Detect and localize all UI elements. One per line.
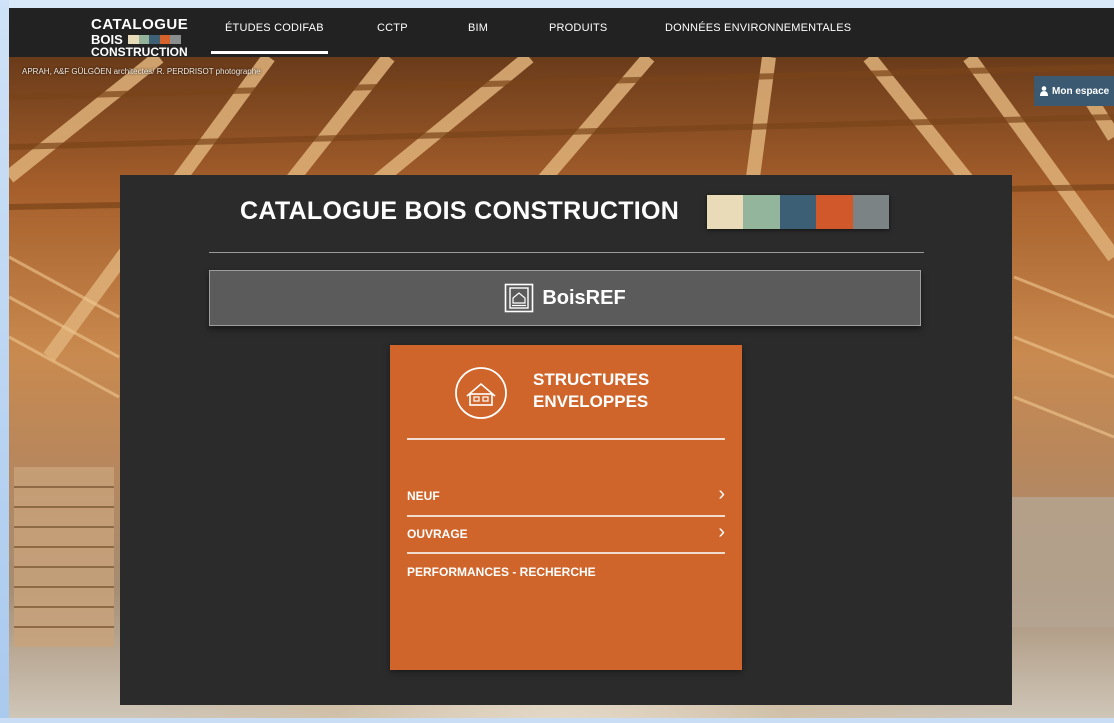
card-title-line-1: STRUCTURES [533,370,650,389]
card-title-line-2: ENVELOPPES [533,392,649,411]
card-divider [407,438,725,440]
color-swatches [707,195,890,229]
window-frame-left [0,0,9,723]
nav-item-bim[interactable]: BIM [468,22,488,34]
nav-item-cctp[interactable]: CCTP [377,22,408,34]
panel-title: CATALOGUE BOIS CONSTRUCTION [240,197,680,225]
nav-item-etudes-codifab[interactable]: ÉTUDES CODIFAB [225,22,324,34]
menu-divider [407,552,725,554]
nav-active-indicator [211,51,328,54]
menu-item-label: NEUF [407,489,440,503]
menu-item-label: PERFORMANCES - RECHERCHE [407,565,596,579]
menu-item-performances-recherche[interactable]: PERFORMANCES - RECHERCHE [407,565,725,601]
menu-divider [407,515,725,517]
menu-item-neuf[interactable]: NEUF › [407,483,725,525]
menu-item-ouvrage[interactable]: OUVRAGE › [407,521,725,563]
boisref-label: BoisREF [542,286,626,309]
boisref-button[interactable]: BoisREF [209,270,921,326]
user-icon [1040,86,1048,96]
nav-item-produits[interactable]: PRODUITS [549,22,607,34]
house-icon [455,367,507,419]
account-button[interactable]: Mon espace [1034,76,1114,106]
card-title: STRUCTURES ENVELOPPES [533,369,649,413]
window-frame-top [0,0,1114,8]
photo-credit: APRAH, A&F GÜLGÖEN architectes/ R. PERDR… [22,67,261,76]
document-icon [505,283,534,313]
panel-divider [209,252,924,253]
main-nav: ÉTUDES CODIFAB CCTP BIM PRODUITS DONNÉES… [0,8,1105,57]
structures-enveloppes-card: STRUCTURES ENVELOPPES NEUF › OUVRAGE › P… [390,345,742,670]
window-frame-bottom [0,718,1114,723]
nav-item-donnees-environnementales[interactable]: DONNÉES ENVIRONNEMENTALES [665,22,851,34]
account-button-label: Mon espace [1052,85,1110,97]
chevron-right-icon: › [718,521,725,543]
chevron-right-icon: › [718,483,725,505]
menu-item-label: OUVRAGE [407,527,468,541]
